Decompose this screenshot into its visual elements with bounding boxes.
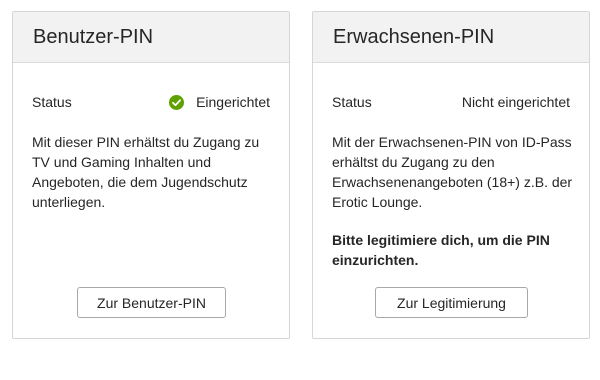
pin-settings: Benutzer-PIN Status Eingerichtet Mit die… bbox=[0, 0, 600, 380]
status-row: Status Nicht eingerichtet bbox=[332, 92, 570, 112]
card-title: Erwachsenen-PIN bbox=[333, 26, 495, 48]
status-value-group: Eingerichtet bbox=[169, 94, 270, 110]
card-description: Mit dieser PIN erhältst du Zugang zu TV … bbox=[32, 134, 260, 210]
benutzer-pin-card: Benutzer-PIN Status Eingerichtet Mit die… bbox=[12, 11, 290, 339]
card-header: Erwachsenen-PIN bbox=[313, 12, 589, 63]
card-title: Benutzer-PIN bbox=[33, 26, 154, 48]
check-circle-icon bbox=[169, 94, 185, 110]
status-value: Eingerichtet bbox=[196, 94, 270, 110]
zur-legitimierung-button[interactable]: Zur Legitimierung bbox=[375, 287, 528, 318]
status-row: Status Eingerichtet bbox=[32, 92, 270, 112]
status-label: Status bbox=[32, 94, 72, 110]
status-label: Status bbox=[332, 94, 372, 110]
status-value: Nicht eingerichtet bbox=[461, 94, 570, 110]
card-header: Benutzer-PIN bbox=[13, 12, 289, 63]
zur-benutzer-pin-button[interactable]: Zur Benutzer-PIN bbox=[77, 287, 226, 318]
legitimation-note: Bitte legitimiere dich, um die PIN einzu… bbox=[332, 232, 550, 268]
erwachsenen-pin-card: Erwachsenen-PIN Status Nicht eingerichte… bbox=[312, 11, 590, 339]
card-description: Mit der Erwachsenen-PIN von ID-Pass erhä… bbox=[332, 134, 573, 210]
